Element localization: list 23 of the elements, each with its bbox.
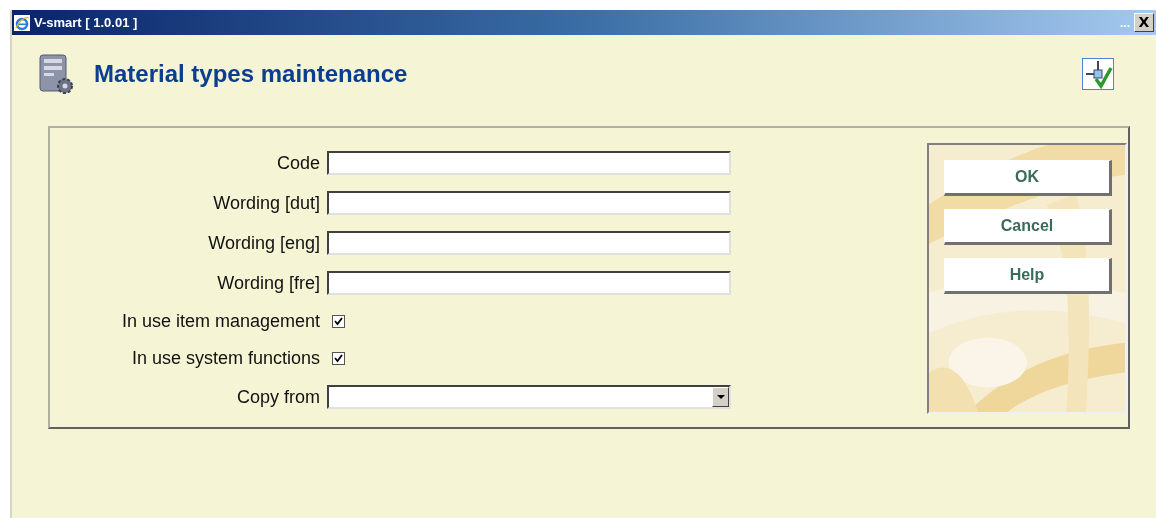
checkbox[interactable] [332, 352, 345, 365]
field-label: Wording [eng] [207, 232, 320, 254]
field-label: Code [275, 152, 320, 174]
text-field[interactable] [327, 231, 731, 255]
page-title: Material types maintenance [94, 60, 408, 88]
field-label: Wording [dut] [212, 192, 320, 214]
dropdown-field[interactable] [327, 385, 731, 409]
action-button[interactable]: Cancel [944, 209, 1112, 245]
browser-icon [14, 14, 30, 31]
field-label: In use system functions [130, 348, 320, 369]
text-field[interactable] [327, 191, 731, 215]
field-label: In use item management [120, 311, 320, 332]
move-check-icon[interactable] [1082, 58, 1114, 90]
text-field[interactable] [327, 151, 731, 175]
server-gear-icon [36, 52, 76, 96]
checkbox[interactable] [332, 315, 345, 328]
action-button[interactable]: OK [944, 160, 1112, 196]
window-title: V-smart [ 1.0.01 ] [34, 15, 138, 30]
close-button[interactable]: X [1134, 13, 1154, 32]
field-label: Wording [fre] [216, 272, 320, 294]
field-label: Copy from [235, 386, 320, 408]
action-button[interactable]: Help [944, 258, 1112, 294]
text-field[interactable] [327, 271, 731, 295]
